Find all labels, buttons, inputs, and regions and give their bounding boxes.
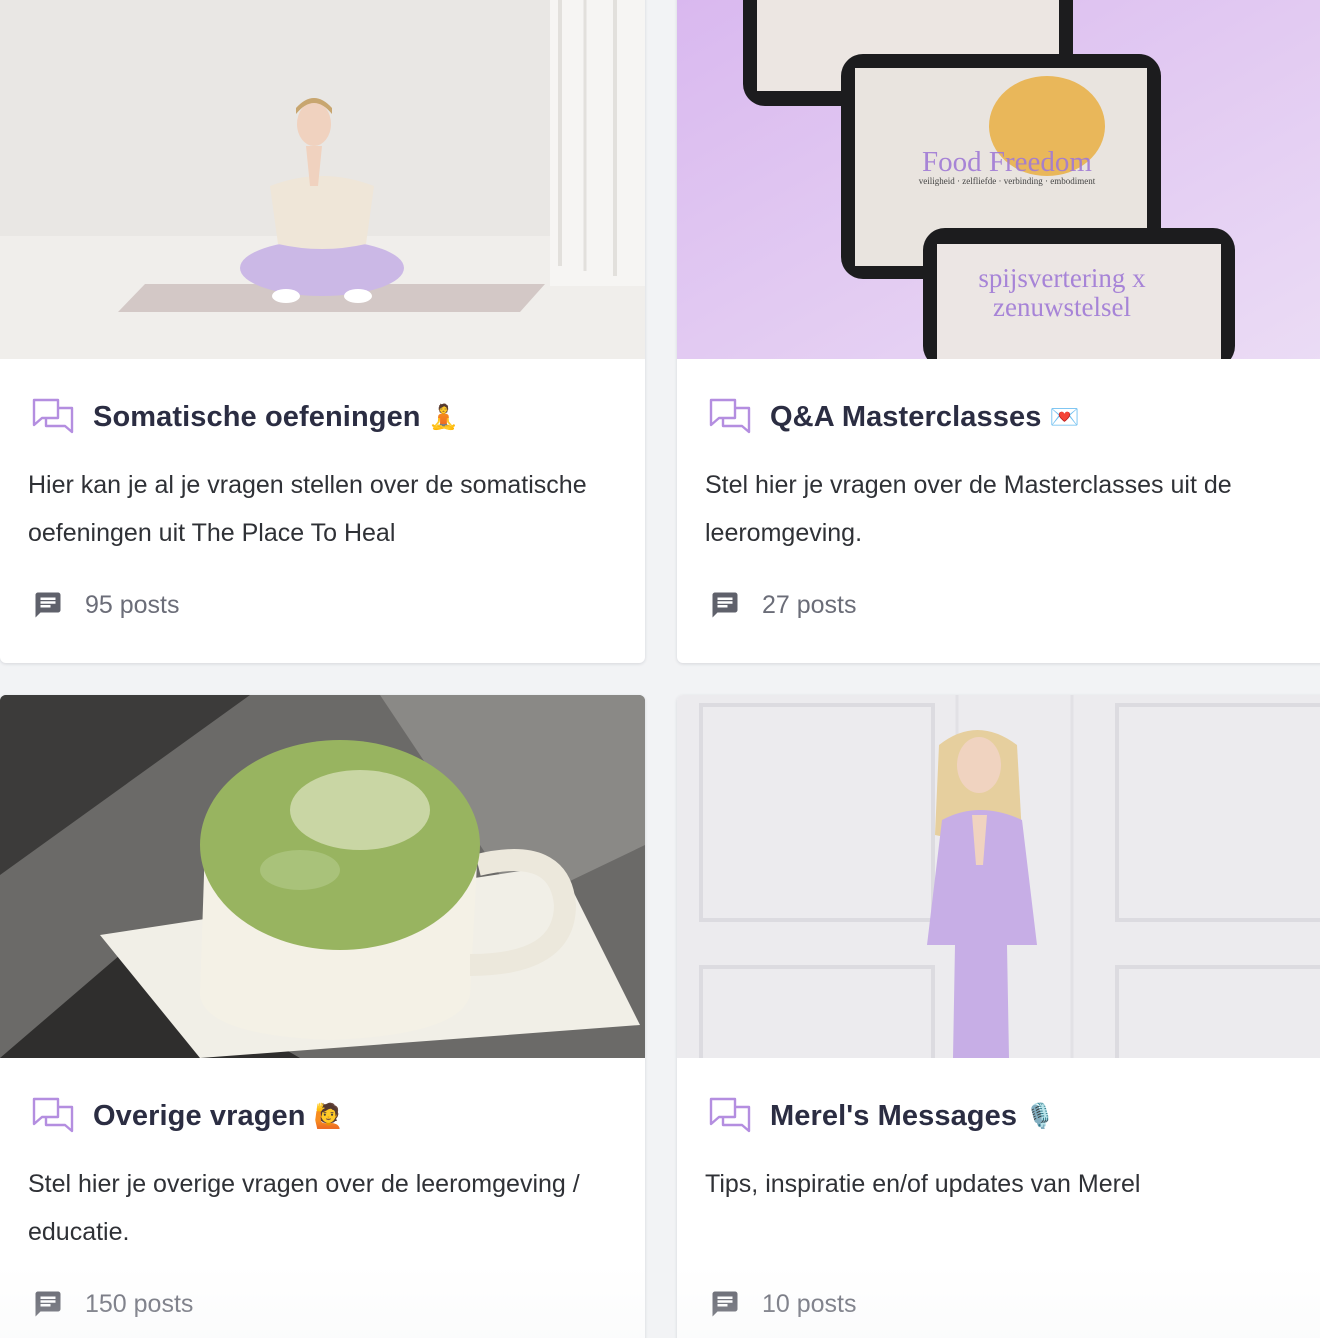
post-count: 27 posts [762,590,857,619]
forum-icon [709,398,751,434]
message-icon [35,1291,61,1317]
channel-title: Overige vragen [93,1099,306,1132]
channel-emoji: 🧘 [428,403,459,431]
channel-description: Stel hier je overige vragen over de leer… [28,1170,580,1246]
forum-icon [709,1097,751,1133]
post-count: 150 posts [85,1289,194,1318]
channel-title: Merel's Messages [770,1099,1018,1132]
channel-cover-image: Food Freedom veiligheid · zelfliefde · v… [677,0,1320,359]
post-count-row: 150 posts [28,1289,617,1319]
channel-card-merels-messages[interactable]: Merel's Messages 🎙️ Tips, inspiratie en/… [677,695,1320,1338]
channel-title: Somatische oefeningen [93,400,421,433]
post-count-row: 27 posts [705,590,1309,620]
cover-subline: veiligheid · zelfliefde · verbinding · e… [918,176,1096,186]
channel-title: Q&A Masterclasses [770,400,1042,433]
post-count-row: 95 posts [28,590,617,620]
channel-grid: Somatische oefeningen 🧘 Hier kan je al j… [0,0,1320,1338]
post-count: 10 posts [762,1289,857,1318]
channel-description: Stel hier je vragen over de Masterclasse… [705,471,1232,547]
message-icon [712,592,738,618]
portrait-photo [677,695,1320,1058]
channel-cover-image [0,695,645,1058]
message-icon [35,592,61,618]
channel-card-qa-masterclasses[interactable]: Food Freedom veiligheid · zelfliefde · v… [677,0,1320,663]
forum-icon [32,1097,74,1133]
channel-description: Tips, inspiratie en/of updates van Merel [705,1170,1141,1198]
channel-cover-image [0,0,645,359]
yoga-photo [0,0,645,359]
cover-headline-2: spijsvertering x zenuwstelsel [978,263,1146,322]
post-count-row: 10 posts [705,1289,1309,1319]
channel-description: Hier kan je al je vragen stellen over de… [28,471,587,547]
channel-emoji: 🙋 [313,1102,344,1130]
post-count: 95 posts [85,590,180,619]
message-icon [712,1291,738,1317]
matcha-photo [0,695,645,1058]
channel-emoji: 🎙️ [1025,1102,1055,1130]
channel-card-overige-vragen[interactable]: Overige vragen 🙋 Stel hier je overige vr… [0,695,645,1338]
cover-headline: Food Freedom [922,146,1092,178]
channel-card-somatische-oefeningen[interactable]: Somatische oefeningen 🧘 Hier kan je al j… [0,0,645,663]
channel-emoji: 💌 [1049,403,1080,431]
channel-cover-image [677,695,1320,1058]
forum-icon [32,398,74,434]
